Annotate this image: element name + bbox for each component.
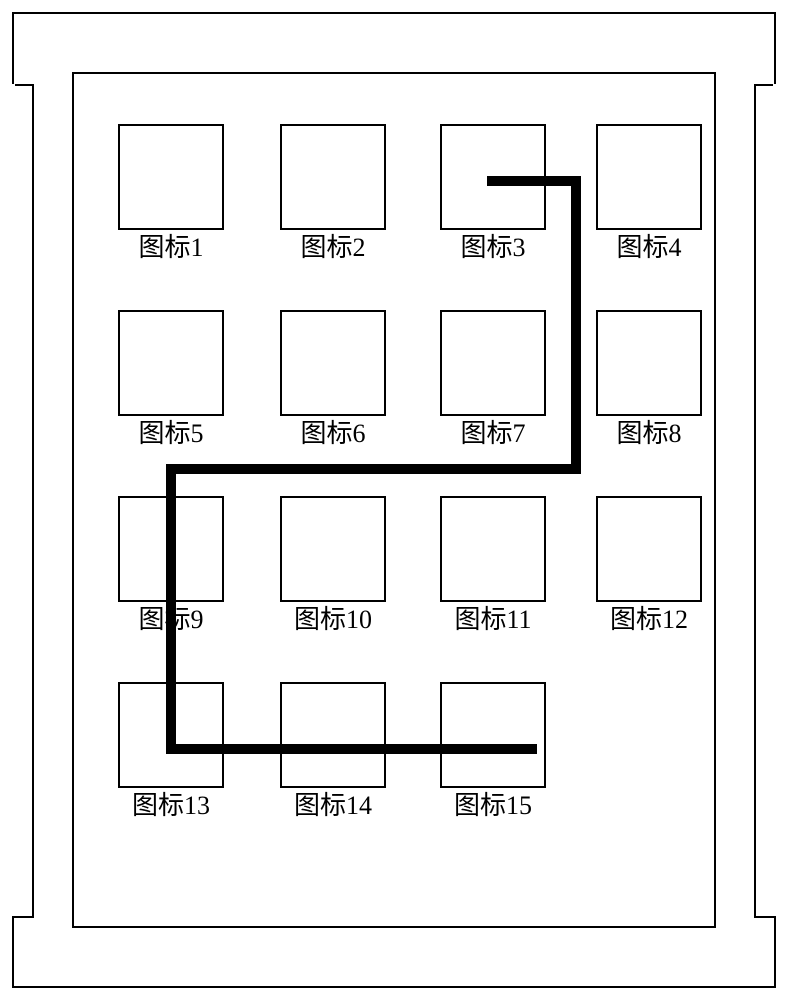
- app-icon-8[interactable]: 图标8: [596, 310, 702, 450]
- left-slit-cover: [11, 84, 15, 914]
- icon-label: 图标9: [118, 604, 224, 636]
- app-icon-1[interactable]: 图标1: [118, 124, 224, 264]
- icon-label: 图标11: [440, 604, 546, 636]
- icon-label: 图标10: [280, 604, 386, 636]
- icon-label: 图标7: [440, 418, 546, 450]
- app-icon-4[interactable]: 图标4: [596, 124, 702, 264]
- icon-square: [118, 496, 224, 602]
- icon-square: [118, 124, 224, 230]
- icon-label: 图标4: [596, 232, 702, 264]
- outer-frame: 图标1 图标2 图标3 图标4 图标5 图标6 图标7 图标8: [12, 12, 776, 988]
- icon-square: [596, 124, 702, 230]
- right-slit-cover: [773, 84, 777, 914]
- icon-square: [596, 496, 702, 602]
- app-icon-13[interactable]: 图标13: [118, 682, 224, 822]
- icon-label: 图标13: [118, 790, 224, 822]
- icon-label: 图标15: [440, 790, 546, 822]
- app-icon-11[interactable]: 图标11: [440, 496, 546, 636]
- icon-square: [280, 496, 386, 602]
- icon-square: [440, 310, 546, 416]
- left-slit: [12, 84, 34, 918]
- icon-label: 图标2: [280, 232, 386, 264]
- icon-square: [280, 124, 386, 230]
- icon-label: 图标8: [596, 418, 702, 450]
- icon-label: 图标1: [118, 232, 224, 264]
- app-icon-9[interactable]: 图标9: [118, 496, 224, 636]
- app-icon-10[interactable]: 图标10: [280, 496, 386, 636]
- icon-square: [596, 310, 702, 416]
- app-icon-7[interactable]: 图标7: [440, 310, 546, 450]
- icon-label: 图标14: [280, 790, 386, 822]
- app-icon-12[interactable]: 图标12: [596, 496, 702, 636]
- icon-label: 图标6: [280, 418, 386, 450]
- icon-label: 图标12: [596, 604, 702, 636]
- icon-square: [440, 496, 546, 602]
- icon-square: [118, 682, 224, 788]
- icon-label: 图标3: [440, 232, 546, 264]
- icon-square: [440, 682, 546, 788]
- app-icon-15[interactable]: 图标15: [440, 682, 546, 822]
- screen-frame: 图标1 图标2 图标3 图标4 图标5 图标6 图标7 图标8: [72, 72, 716, 928]
- app-icon-3[interactable]: 图标3: [440, 124, 546, 264]
- icon-square: [118, 310, 224, 416]
- icon-square: [280, 310, 386, 416]
- app-icon-2[interactable]: 图标2: [280, 124, 386, 264]
- app-icon-14[interactable]: 图标14: [280, 682, 386, 822]
- app-icon-6[interactable]: 图标6: [280, 310, 386, 450]
- icon-square: [440, 124, 546, 230]
- gesture-polyline: [171, 181, 576, 749]
- app-icon-5[interactable]: 图标5: [118, 310, 224, 450]
- icon-label: 图标5: [118, 418, 224, 450]
- icon-square: [280, 682, 386, 788]
